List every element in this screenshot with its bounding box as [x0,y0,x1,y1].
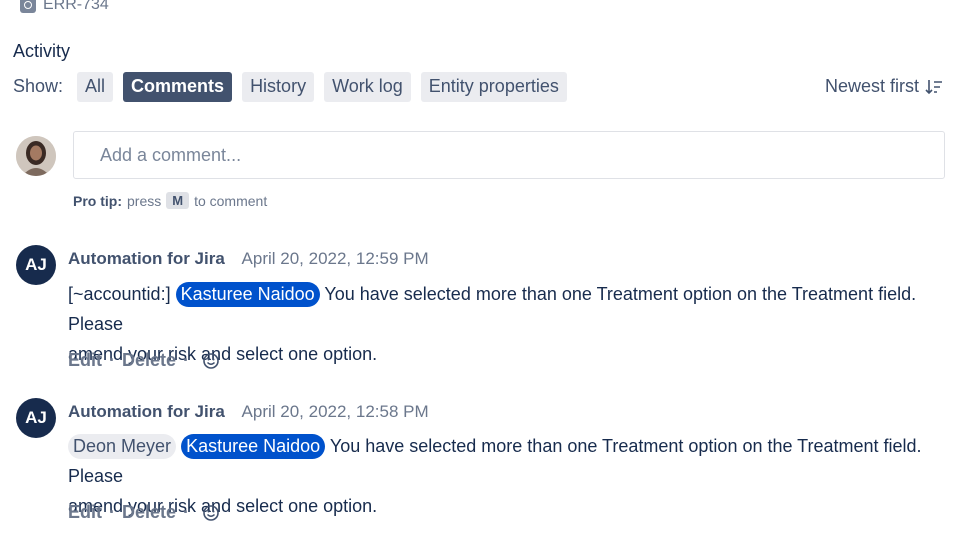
separator-dot: · [183,502,190,522]
filter-all-button[interactable]: All [77,71,114,102]
edit-comment-button[interactable]: Edit [68,350,102,371]
issue-type-icon [20,0,36,13]
user-mention[interactable]: Kasturee Naidoo [181,434,326,459]
comment-author[interactable]: Automation for Jira [68,249,225,268]
comment-header: Automation for Jira April 20, 2022, 12:5… [68,249,429,269]
current-user-avatar[interactable] [16,136,56,176]
pro-tip-press: press [127,192,162,209]
pro-tip: Pro tip: press M to comment [73,192,267,209]
separator-dot: · [183,350,190,370]
sort-order-button[interactable]: Newest first [815,76,953,97]
pro-tip-key: M [166,192,190,209]
show-label: Show: [13,76,64,96]
comment-actions: Edit · Delete · [68,502,220,523]
sort-descending-icon [925,79,942,94]
separator-dot: · [109,502,115,522]
user-photo-icon [16,136,56,176]
sort-order-label: Newest first [824,76,919,96]
comment-date[interactable]: April 20, 2022, 12:58 PM [242,402,429,421]
issue-key[interactable]: ERR-734 [20,0,109,14]
add-comment-input[interactable] [73,131,945,179]
issue-key-label: ERR-734 [43,0,109,13]
comment-date[interactable]: April 20, 2022, 12:59 PM [242,249,429,268]
edit-comment-button[interactable]: Edit [68,502,102,523]
separator-dot: · [109,350,115,370]
author-avatar[interactable]: AJ [16,398,56,438]
account-id-prefix: [~accountid:] [68,284,171,304]
delete-comment-button[interactable]: Delete [122,350,176,371]
filter-work-log-button[interactable]: Work log [324,71,411,102]
comment-author[interactable]: Automation for Jira [68,402,225,421]
add-reaction-icon[interactable] [202,352,220,370]
pro-tip-bold: Pro tip: [73,192,122,209]
user-mention[interactable]: Deon Meyer [68,434,177,459]
filter-history-button[interactable]: History [242,71,315,102]
comment-actions: Edit · Delete · [68,350,220,371]
user-mention[interactable]: Kasturee Naidoo [175,282,320,307]
activity-heading: Activity [13,41,71,61]
comment-header: Automation for Jira April 20, 2022, 12:5… [68,402,429,422]
filter-entity-properties-button[interactable]: Entity properties [420,71,567,102]
pro-tip-rest: to comment [194,192,268,209]
add-reaction-icon[interactable] [202,504,220,522]
activity-filter-bar: Show: All Comments History Work log Enti… [13,71,953,102]
filter-comments-button[interactable]: Comments [123,71,233,102]
author-avatar[interactable]: AJ [16,245,56,285]
delete-comment-button[interactable]: Delete [122,502,176,523]
